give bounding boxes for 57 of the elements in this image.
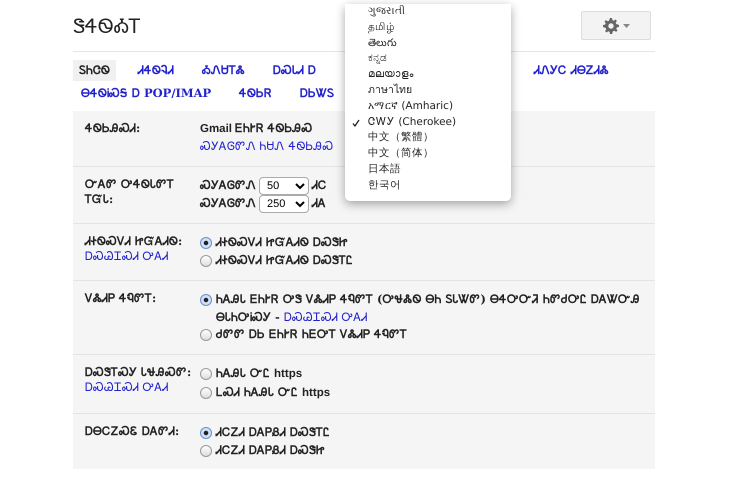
language-option[interactable]: తెలుగు bbox=[345, 36, 511, 52]
setting-label: ᎠᎾᏟᏃᏍᏋ ᎠᎪᏛᏗ: bbox=[85, 424, 180, 439]
option-label: ᏗᏟᏃᏗ ᎠᎪᏢᏰᏗ ᎠᏍᏕᎢᏝ bbox=[216, 424, 330, 441]
page-size-select[interactable]: 50 bbox=[259, 177, 309, 196]
settings-tab[interactable]: ᏎᏫᏏᏒ bbox=[233, 83, 278, 104]
settings-tab[interactable]: ᏚᏂᏣᏫ bbox=[73, 60, 116, 82]
language-option[interactable]: ಕನ್ನಡ bbox=[345, 51, 511, 68]
setting-label: ᏗᏐᏫᏍᏙᏗ ᏥᏳᎪᏗᏫ: bbox=[85, 234, 184, 250]
option-label: ᏞᏍᏗ ᏂᎪᎯᏓ ᏅᏝ https bbox=[216, 384, 330, 401]
setting-label: ᏅᎪᏛ ᎤᏎᏫᏓᏛᎢ ᎢᏳᏓ: bbox=[85, 177, 176, 207]
option-label: ᏗᎪ bbox=[312, 195, 326, 212]
option-label: ᏗᏟᏃᏗ ᎠᎪᏢᏰᏗ ᎠᏍᏕᏥ bbox=[216, 442, 326, 459]
setting-label: ᎠᏍᏕᎢᏍᎩ ᏓᏠᎯᏍᏛ: bbox=[85, 365, 192, 380]
help-link[interactable]: ᎠᏍᏊᏆᏍᏗ ᎤᎪᏗ bbox=[85, 249, 169, 264]
language-option[interactable]: ગુજરાતી bbox=[345, 4, 511, 20]
radio-button[interactable] bbox=[200, 426, 212, 439]
language-option[interactable]: አማርኛ (Amharic) bbox=[345, 98, 511, 115]
settings-tab[interactable]: ᏗᏎᏫᎸᏗ bbox=[132, 60, 180, 82]
radio-button[interactable] bbox=[200, 444, 212, 457]
language-option[interactable]: ᏣᎳᎩ (Cherokee) bbox=[345, 114, 511, 130]
radio-button[interactable] bbox=[200, 254, 212, 267]
language-option[interactable]: മലയാളം bbox=[345, 67, 511, 83]
page-size-select[interactable]: 250 bbox=[259, 195, 309, 214]
radio-button[interactable] bbox=[200, 294, 212, 306]
language-option[interactable]: தமிழ் bbox=[345, 20, 511, 36]
setting-label: ᏙᏜᏗᏢ ᏎᏄᏛᎢ: bbox=[85, 290, 158, 306]
caret-icon bbox=[622, 24, 630, 28]
language-option[interactable]: 中文（简体） bbox=[345, 146, 511, 162]
option-label: ᏍᎩᎪᎶᏛᏁ bbox=[200, 177, 256, 194]
settings-button[interactable] bbox=[581, 11, 651, 40]
language-option[interactable]: 中文（繁體） bbox=[345, 130, 511, 146]
option-label: ᏧᏛᏛ ᎠᏏ ᎬᏂᎨᏒ ᏂᎬᎤᎢ ᏙᏜᏗᏢ ᏎᏄᏛᎢ bbox=[216, 326, 408, 344]
language-option[interactable]: ภาษาไทย bbox=[345, 82, 511, 99]
option-label: ᏗᏟ bbox=[312, 177, 327, 194]
option-label: ᏗᏐᏫᏍᏙᏗ ᏥᏳᎪᏗᏫ ᎠᏍᏕᏥ bbox=[216, 234, 348, 252]
option-label: ᏂᎪᎯᏓ ᏅᏝ https bbox=[216, 365, 302, 382]
setting-link[interactable]: ᏍᎩᎪᎶᏛᏁ ᏂᏌᏁ ᏎᏫᏏᎯᏍ bbox=[200, 138, 334, 156]
setting-label: ᏎᏫᏏᎯᏍᏗ: bbox=[85, 120, 142, 136]
setting-value: Gmail ᎬᏂᎨᏒ ᏎᏫᏏᎯᏍ bbox=[200, 122, 312, 136]
option-label: ᏂᎪᎯᏓ ᎬᏂᎨᏒ ᎤᏕ ᏙᏜᏗᏢ ᏎᏄᏛᎢ (ᎤᏠᏜᏫ ᎾᏂ ᏚᏓᏔᏛ) ᎾᏎᎤᏅᏘ ᏂᏛᏧᎤᏝ ᎠᎪᏔᏅᎯ ᎾᏓᏂᎤᎥᏍᎩ - ᎠᏍᏊᏆᏍᏗ ᎤᎪᏗ bbox=[216, 290, 641, 326]
option-label: ᏗᏐᏫᏍᏙᏗ ᏥᏳᎪᏗᏫ ᎠᏍᏕᎢᏝ bbox=[216, 252, 354, 269]
option-label: ᏍᎩᎪᎶᏛᏁ bbox=[200, 195, 256, 212]
settings-tab[interactable]: ᎠᏏᏔᏚ bbox=[294, 83, 340, 104]
language-option[interactable]: 한국어 bbox=[345, 178, 511, 194]
page-title: ᏕᏎᏫᎣᎢ bbox=[73, 12, 141, 40]
settings-tab[interactable]: ᎣᏁᏌᎢᏜ bbox=[196, 60, 251, 82]
help-link[interactable]: ᎠᏍᏊᏆᏍᏗ ᎤᎪᏗ bbox=[284, 310, 368, 324]
help-link[interactable]: ᎠᏍᏊᏆᏍᏗ ᎤᎪᏗ bbox=[85, 380, 169, 394]
radio-button[interactable] bbox=[200, 387, 212, 399]
radio-button[interactable] bbox=[200, 329, 212, 342]
settings-tab[interactable]: ᎠᏍᏓᏗ Ꭰ bbox=[267, 60, 322, 82]
radio-button[interactable] bbox=[200, 237, 212, 250]
gear-icon bbox=[602, 18, 618, 34]
language-option[interactable]: 日本語 bbox=[345, 162, 511, 178]
radio-button[interactable] bbox=[200, 368, 212, 380]
settings-tab[interactable]: ᏗᏁᎩᏟ ᏗᎾᏃᏗᏜ bbox=[528, 60, 615, 82]
settings-tab[interactable]: ᎾᏎᏫᎥᏍᎦ Ꭰ POP/IMAP bbox=[75, 83, 218, 104]
